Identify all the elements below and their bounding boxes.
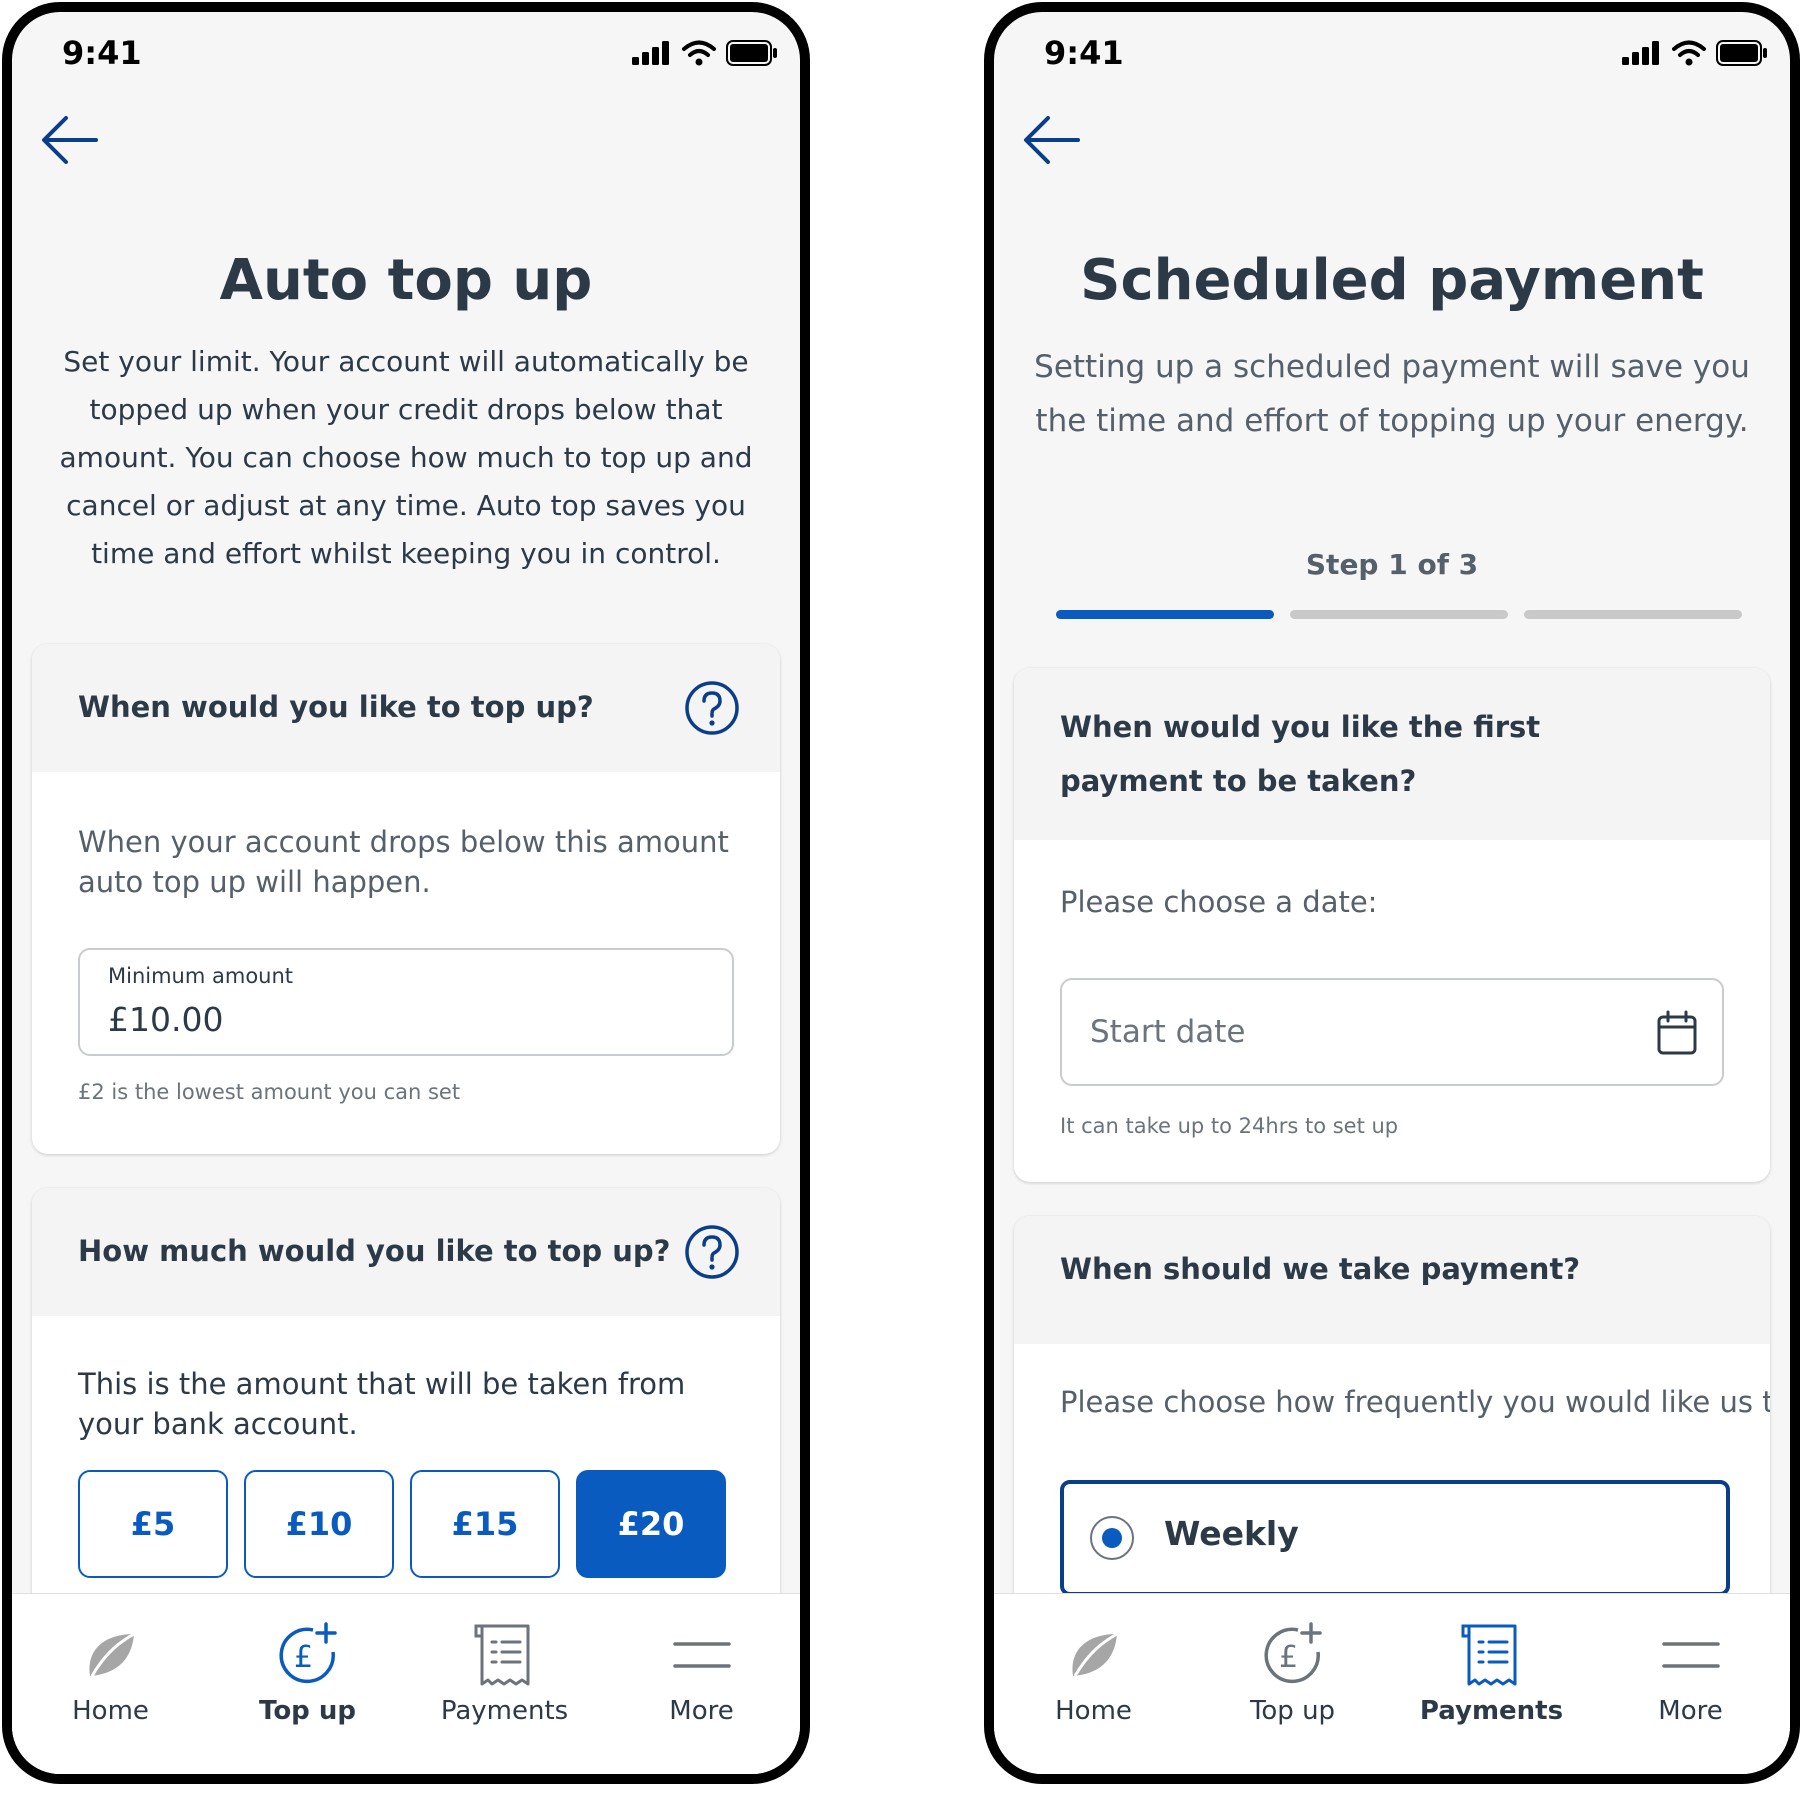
bottom-tab-bar: Home £ Top up Payments More — [994, 1593, 1790, 1774]
tab-top-up[interactable]: £ Top up — [218, 1594, 398, 1774]
receipt-icon — [474, 1624, 529, 1686]
page-title: Auto top up — [219, 248, 593, 313]
leaf-icon — [1071, 1632, 1118, 1677]
card-body-text: When your account drops below this amoun… — [78, 825, 729, 899]
tab-label: Top up — [259, 1696, 356, 1726]
input-hint: It can take up to 24hrs to set up — [1060, 1114, 1399, 1138]
back-arrow-icon[interactable] — [38, 108, 102, 172]
progress-step-2 — [1290, 610, 1508, 619]
start-date-input[interactable]: Start date — [1060, 978, 1724, 1086]
status-icons — [1622, 40, 1768, 66]
card-heading: When should we take payment? — [1060, 1252, 1581, 1286]
radio-selected-dot — [1102, 1528, 1122, 1548]
svg-text:£: £ — [1279, 1640, 1298, 1675]
leaf-icon — [88, 1632, 135, 1677]
menu-icon — [1661, 1642, 1720, 1668]
tab-top-up[interactable]: £ Top up — [1203, 1594, 1383, 1774]
page-title: Scheduled payment — [1080, 248, 1704, 313]
bottom-tab-bar: Home £ Top up Payments More — [12, 1593, 800, 1774]
intro-text: Set your limit. Your account will automa… — [59, 345, 753, 570]
card-heading: When would you like to top up? — [78, 690, 594, 724]
progress-step-1 — [1056, 610, 1274, 619]
pound-plus-icon: £ — [1263, 1622, 1322, 1684]
tab-home[interactable]: Home — [1004, 1594, 1184, 1774]
amount-button-5[interactable]: £5 — [78, 1470, 228, 1578]
status-bar: 9:41 — [994, 12, 1790, 102]
progress-step-3 — [1524, 610, 1742, 619]
amount-options: £5 £10 £15 £20 — [78, 1470, 726, 1578]
tab-more[interactable]: More — [612, 1594, 792, 1774]
status-time: 9:41 — [62, 34, 142, 72]
phone-screen-auto-top-up: 9:41 Auto top up Set your limit. Your ac… — [2, 2, 810, 1784]
card-header: When would you like to top up? — [32, 644, 780, 772]
wifi-icon — [1672, 40, 1706, 66]
card-body-text: Please choose how frequently you would l… — [1060, 1385, 1770, 1419]
tab-label: Home — [72, 1696, 149, 1726]
frequency-option-weekly[interactable]: Weekly — [1060, 1480, 1730, 1596]
card-body-text: Please choose a date: — [1060, 885, 1378, 919]
step-label: Step 1 of 3 — [1305, 548, 1479, 581]
card-header: When should we take payment? — [1014, 1216, 1770, 1344]
receipt-icon — [1461, 1624, 1516, 1686]
tab-label: More — [669, 1696, 734, 1726]
wifi-icon — [682, 40, 716, 66]
input-hint: £2 is the lowest amount you can set — [78, 1080, 461, 1104]
amount-button-20[interactable]: £20 — [576, 1470, 726, 1578]
card-heading: When would you like the first payment to… — [1060, 710, 1541, 798]
tab-payments[interactable]: Payments — [1402, 1594, 1582, 1774]
calendar-icon[interactable] — [1656, 1010, 1698, 1056]
card-header: How much would you like to top up? — [32, 1188, 780, 1316]
tab-home[interactable]: Home — [21, 1594, 201, 1774]
input-placeholder: Start date — [1090, 1014, 1246, 1050]
input-value: £10.00 — [108, 1000, 224, 1039]
card-header: When would you like the first payment to… — [1014, 668, 1770, 840]
pound-plus-icon: £ — [278, 1622, 337, 1684]
amount-button-15[interactable]: £15 — [410, 1470, 560, 1578]
tab-payments[interactable]: Payments — [415, 1594, 595, 1774]
battery-icon — [1716, 40, 1767, 66]
option-label: Weekly — [1164, 1514, 1299, 1553]
tab-label: Payments — [440, 1696, 569, 1726]
amount-button-10[interactable]: £10 — [244, 1470, 394, 1578]
input-label: Minimum amount — [108, 964, 294, 988]
tab-label: Home — [1055, 1696, 1132, 1726]
step-progress — [1056, 610, 1742, 619]
tab-more[interactable]: More — [1601, 1594, 1781, 1774]
status-icons — [632, 40, 778, 66]
help-icon[interactable] — [684, 1224, 740, 1280]
status-bar: 9:41 — [12, 12, 800, 102]
phone-screen-scheduled-payment: 9:41 Scheduled payment Setting up a sche… — [984, 2, 1800, 1784]
intro-text: Setting up a scheduled payment will save… — [1034, 349, 1750, 439]
card-heading: How much would you like to top up? — [78, 1234, 671, 1268]
menu-icon — [672, 1642, 731, 1668]
tab-label: Payments — [1419, 1696, 1564, 1726]
tab-label: More — [1658, 1696, 1723, 1726]
first-payment-date-card: When would you like the first payment to… — [1014, 668, 1770, 1182]
help-icon[interactable] — [684, 680, 740, 736]
radio-button[interactable] — [1090, 1516, 1134, 1560]
card-body-text: This is the amount that will be taken fr… — [78, 1367, 686, 1441]
signal-icon — [632, 41, 669, 65]
back-arrow-icon[interactable] — [1020, 108, 1084, 172]
battery-icon — [726, 40, 777, 66]
signal-icon — [1622, 41, 1659, 65]
minimum-amount-input[interactable]: Minimum amount £10.00 — [78, 948, 734, 1056]
top-up-threshold-card: When would you like to top up? When your… — [32, 644, 780, 1154]
status-time: 9:41 — [1044, 34, 1124, 72]
tab-label: Top up — [1249, 1696, 1336, 1726]
svg-text:£: £ — [294, 1640, 313, 1675]
